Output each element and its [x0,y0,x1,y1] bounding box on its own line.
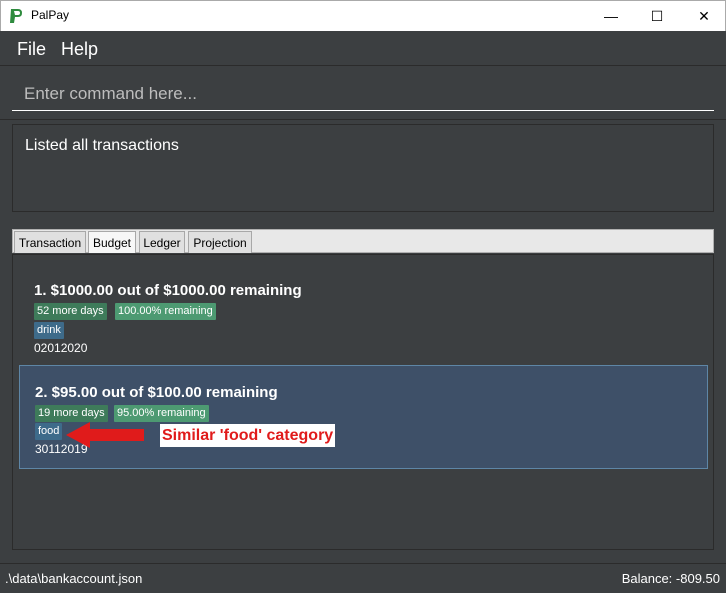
menu-help[interactable]: Help [61,39,98,60]
menu-file[interactable]: File [17,39,46,60]
palpay-logo-icon [10,9,22,23]
status-bar: .\data\bankaccount.json Balance: -809.50 [0,563,726,593]
data-file-path: .\data\bankaccount.json [5,571,143,586]
tab-budget[interactable]: Budget [88,231,136,253]
annotation-label: Similar 'food' category [160,424,336,447]
window-title: PalPay [31,8,70,22]
tab-transaction[interactable]: Transaction [14,231,86,253]
budget-title: 2. $95.00 out of $100.00 remaining [35,384,278,401]
menu-bar: File Help [0,31,726,66]
tab-projection[interactable]: Projection [188,231,252,253]
maximize-button[interactable]: ☐ [634,1,680,31]
close-button[interactable]: ✕ [681,1,726,31]
category-badge: food [35,423,63,440]
result-message: Listed all transactions [25,137,179,154]
percent-remaining-badge: 100.00% remaining [115,303,216,320]
command-box [0,67,726,120]
budget-title: 1. $1000.00 out of $1000.00 remaining [34,282,302,299]
result-display: Listed all transactions [12,124,714,212]
balance-display: Balance: -809.50 [621,571,720,586]
days-left-badge: 19 more days [35,405,108,422]
days-left-badge: 52 more days [34,303,107,320]
title-bar: PalPay — ☐ ✕ [0,0,726,31]
budget-date: 02012020 [34,341,88,355]
budget-card[interactable]: 1. $1000.00 out of $1000.00 remaining 52… [19,259,708,359]
category-badge: drink [34,322,64,339]
tab-bar: Transaction Budget Ledger Projection [12,229,714,253]
budget-list[interactable]: 1. $1000.00 out of $1000.00 remaining 52… [12,254,714,550]
command-input[interactable] [12,77,714,111]
tab-ledger[interactable]: Ledger [139,231,185,253]
minimize-button[interactable]: — [588,1,634,31]
annotation-arrow-icon [66,422,144,448]
budget-card-selected[interactable]: 2. $95.00 out of $100.00 remaining 19 mo… [19,365,708,469]
percent-remaining-badge: 95.00% remaining [114,405,209,422]
